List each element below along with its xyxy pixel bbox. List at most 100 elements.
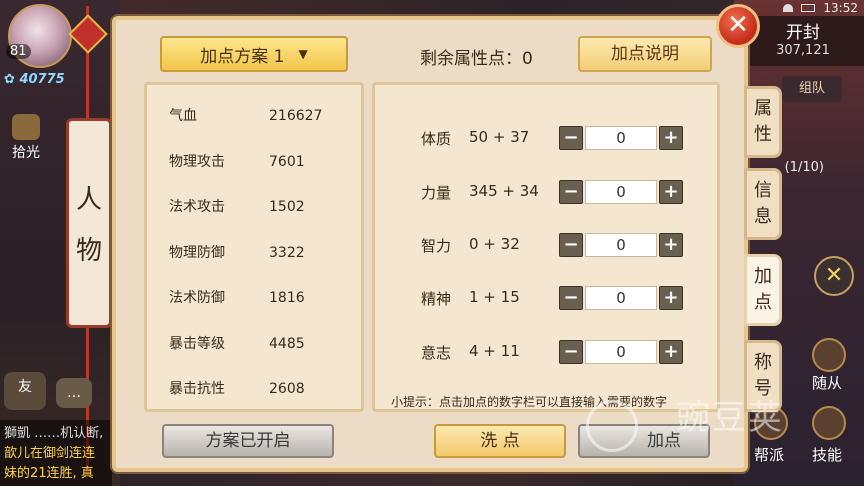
stat-name: 物理防御: [169, 245, 225, 261]
remaining-points-value: 0: [522, 49, 533, 69]
tab-label: 加: [754, 266, 772, 287]
chat-icon: …: [67, 385, 81, 401]
plus-icon[interactable]: +: [659, 180, 683, 204]
stat-row: 法术攻击 1502: [169, 196, 305, 216]
combat-power: ✿ 40775: [4, 72, 65, 87]
minus-icon[interactable]: −: [559, 180, 583, 204]
add-points-button[interactable]: 加点: [578, 424, 710, 458]
guild-label: 帮派: [753, 446, 784, 464]
chat-line: 妹的21连胜, 真: [4, 466, 94, 481]
knot-diamond: [68, 14, 108, 54]
tab-label: 号: [754, 378, 772, 399]
skill-label: 技能: [811, 446, 842, 464]
tab-label: 称: [754, 352, 772, 373]
stat-value: 2608: [269, 381, 305, 397]
minus-icon[interactable]: −: [559, 286, 583, 310]
pickup-button[interactable]: 拾光: [4, 112, 48, 162]
scheme-enabled-button[interactable]: 方案已开启: [162, 424, 334, 458]
attribute-value: 0 + 32: [469, 235, 520, 253]
power-value: 40775: [19, 72, 65, 87]
tab-add-points[interactable]: 加 点: [744, 254, 782, 326]
attribute-points-input[interactable]: [585, 180, 657, 204]
attribute-points-input[interactable]: [585, 286, 657, 310]
close-icon[interactable]: ✕: [716, 4, 760, 48]
attribute-points-input[interactable]: [585, 340, 657, 364]
stat-value: 4485: [269, 336, 305, 352]
quest-progress: (1/10): [784, 160, 824, 175]
attribute-value: 50 + 37: [469, 128, 530, 146]
stat-row: 暴击抗性 2608: [169, 378, 305, 398]
open-seal-label: 开封: [786, 23, 820, 43]
minus-icon[interactable]: −: [559, 126, 583, 150]
open-seal-panel[interactable]: 开封 307,121: [742, 16, 864, 66]
attribute-row: 力量 345 + 34 − +: [375, 179, 723, 205]
attribute-name: 精神: [421, 290, 452, 308]
wifi-icon: [783, 4, 794, 12]
attribute-name: 力量: [421, 184, 452, 202]
stat-value: 1816: [269, 290, 305, 306]
stat-name: 暴击等级: [169, 336, 225, 352]
skill-button[interactable]: 技能: [804, 404, 850, 466]
stat-name: 法术防御: [169, 290, 225, 306]
stat-row: 物理防御 3322: [169, 242, 305, 262]
scheme-select-label: 加点方案 1: [200, 46, 285, 67]
tab-label: 息: [754, 206, 772, 227]
person-scroll-tab[interactable]: 人 物: [66, 118, 112, 328]
stat-row: 物理攻击 7601: [169, 151, 305, 171]
plus-icon[interactable]: +: [659, 286, 683, 310]
open-seal-number: 307,121: [776, 43, 830, 58]
attribute-row: 意志 4 + 11 − +: [375, 339, 723, 365]
chat-button[interactable]: …: [56, 378, 92, 408]
pickup-label: 拾光: [12, 145, 40, 161]
pet-button[interactable]: 随从: [804, 336, 850, 394]
status-bar: 13:52: [664, 0, 864, 16]
person-label-2: 物: [75, 236, 102, 266]
attribute-name: 意志: [421, 344, 452, 362]
hud-close-icon[interactable]: ✕: [814, 256, 854, 296]
stat-name: 物理攻击: [169, 154, 225, 170]
plus-icon[interactable]: +: [659, 233, 683, 257]
attribute-points-input[interactable]: [585, 233, 657, 257]
chevron-down-icon: ▼: [298, 47, 308, 61]
friend-label: 友: [18, 379, 32, 395]
attribute-points-input[interactable]: [585, 126, 657, 150]
battery-icon: [801, 4, 816, 12]
stat-row: 暴击等级 4485: [169, 333, 305, 353]
tab-attributes[interactable]: 属 性: [744, 86, 782, 158]
tab-label: 属: [754, 98, 772, 119]
friend-button[interactable]: 友: [4, 372, 46, 410]
help-button[interactable]: 加点说明: [578, 36, 712, 72]
minus-icon[interactable]: −: [559, 233, 583, 257]
attribute-value: 4 + 11: [469, 342, 520, 360]
attribute-allocation-box: 体质 50 + 37 − + 力量 345 + 34 − + 智力 0 + 32…: [372, 82, 720, 412]
tab-title[interactable]: 称 号: [744, 340, 782, 412]
team-button[interactable]: 组队: [782, 76, 842, 102]
stat-name: 暴击抗性: [169, 381, 225, 397]
minus-icon[interactable]: −: [559, 340, 583, 364]
attribute-value: 345 + 34: [469, 182, 539, 200]
pet-label: 随从: [811, 374, 842, 392]
stat-value: 216627: [269, 108, 323, 124]
tab-info[interactable]: 信 息: [744, 168, 782, 240]
status-time: 13:52: [823, 1, 858, 15]
chat-box[interactable]: 獅凱 ……机认断, 歆儿在御剑连连 妹的21连胜, 真: [0, 420, 112, 486]
stat-value: 3322: [269, 245, 305, 261]
plus-icon[interactable]: +: [659, 126, 683, 150]
stats-box: 气血 216627 物理攻击 7601 法术攻击 1502 物理防御 3322 法术防御…: [144, 82, 364, 412]
remaining-points-label: 剩余属性点：: [420, 49, 522, 69]
stat-row: 气血 216627: [169, 105, 322, 125]
scheme-select[interactable]: 加点方案 1 ▼: [160, 36, 348, 72]
wash-points-button[interactable]: 洗 点: [434, 424, 566, 458]
attribute-row: 智力 0 + 32 − +: [375, 232, 723, 258]
attribute-row: 体质 50 + 37 − +: [375, 125, 723, 151]
attribute-name: 智力: [421, 237, 452, 255]
plus-icon[interactable]: +: [659, 340, 683, 364]
tab-label: 信: [754, 180, 772, 201]
stat-value: 7601: [269, 154, 305, 170]
tab-label: 点: [754, 292, 772, 313]
tab-label: 性: [754, 124, 772, 145]
power-icon: ✿: [4, 72, 15, 87]
attribute-value: 1 + 15: [469, 288, 520, 306]
guild-button[interactable]: 帮派: [746, 404, 792, 466]
stat-value: 1502: [269, 199, 305, 215]
